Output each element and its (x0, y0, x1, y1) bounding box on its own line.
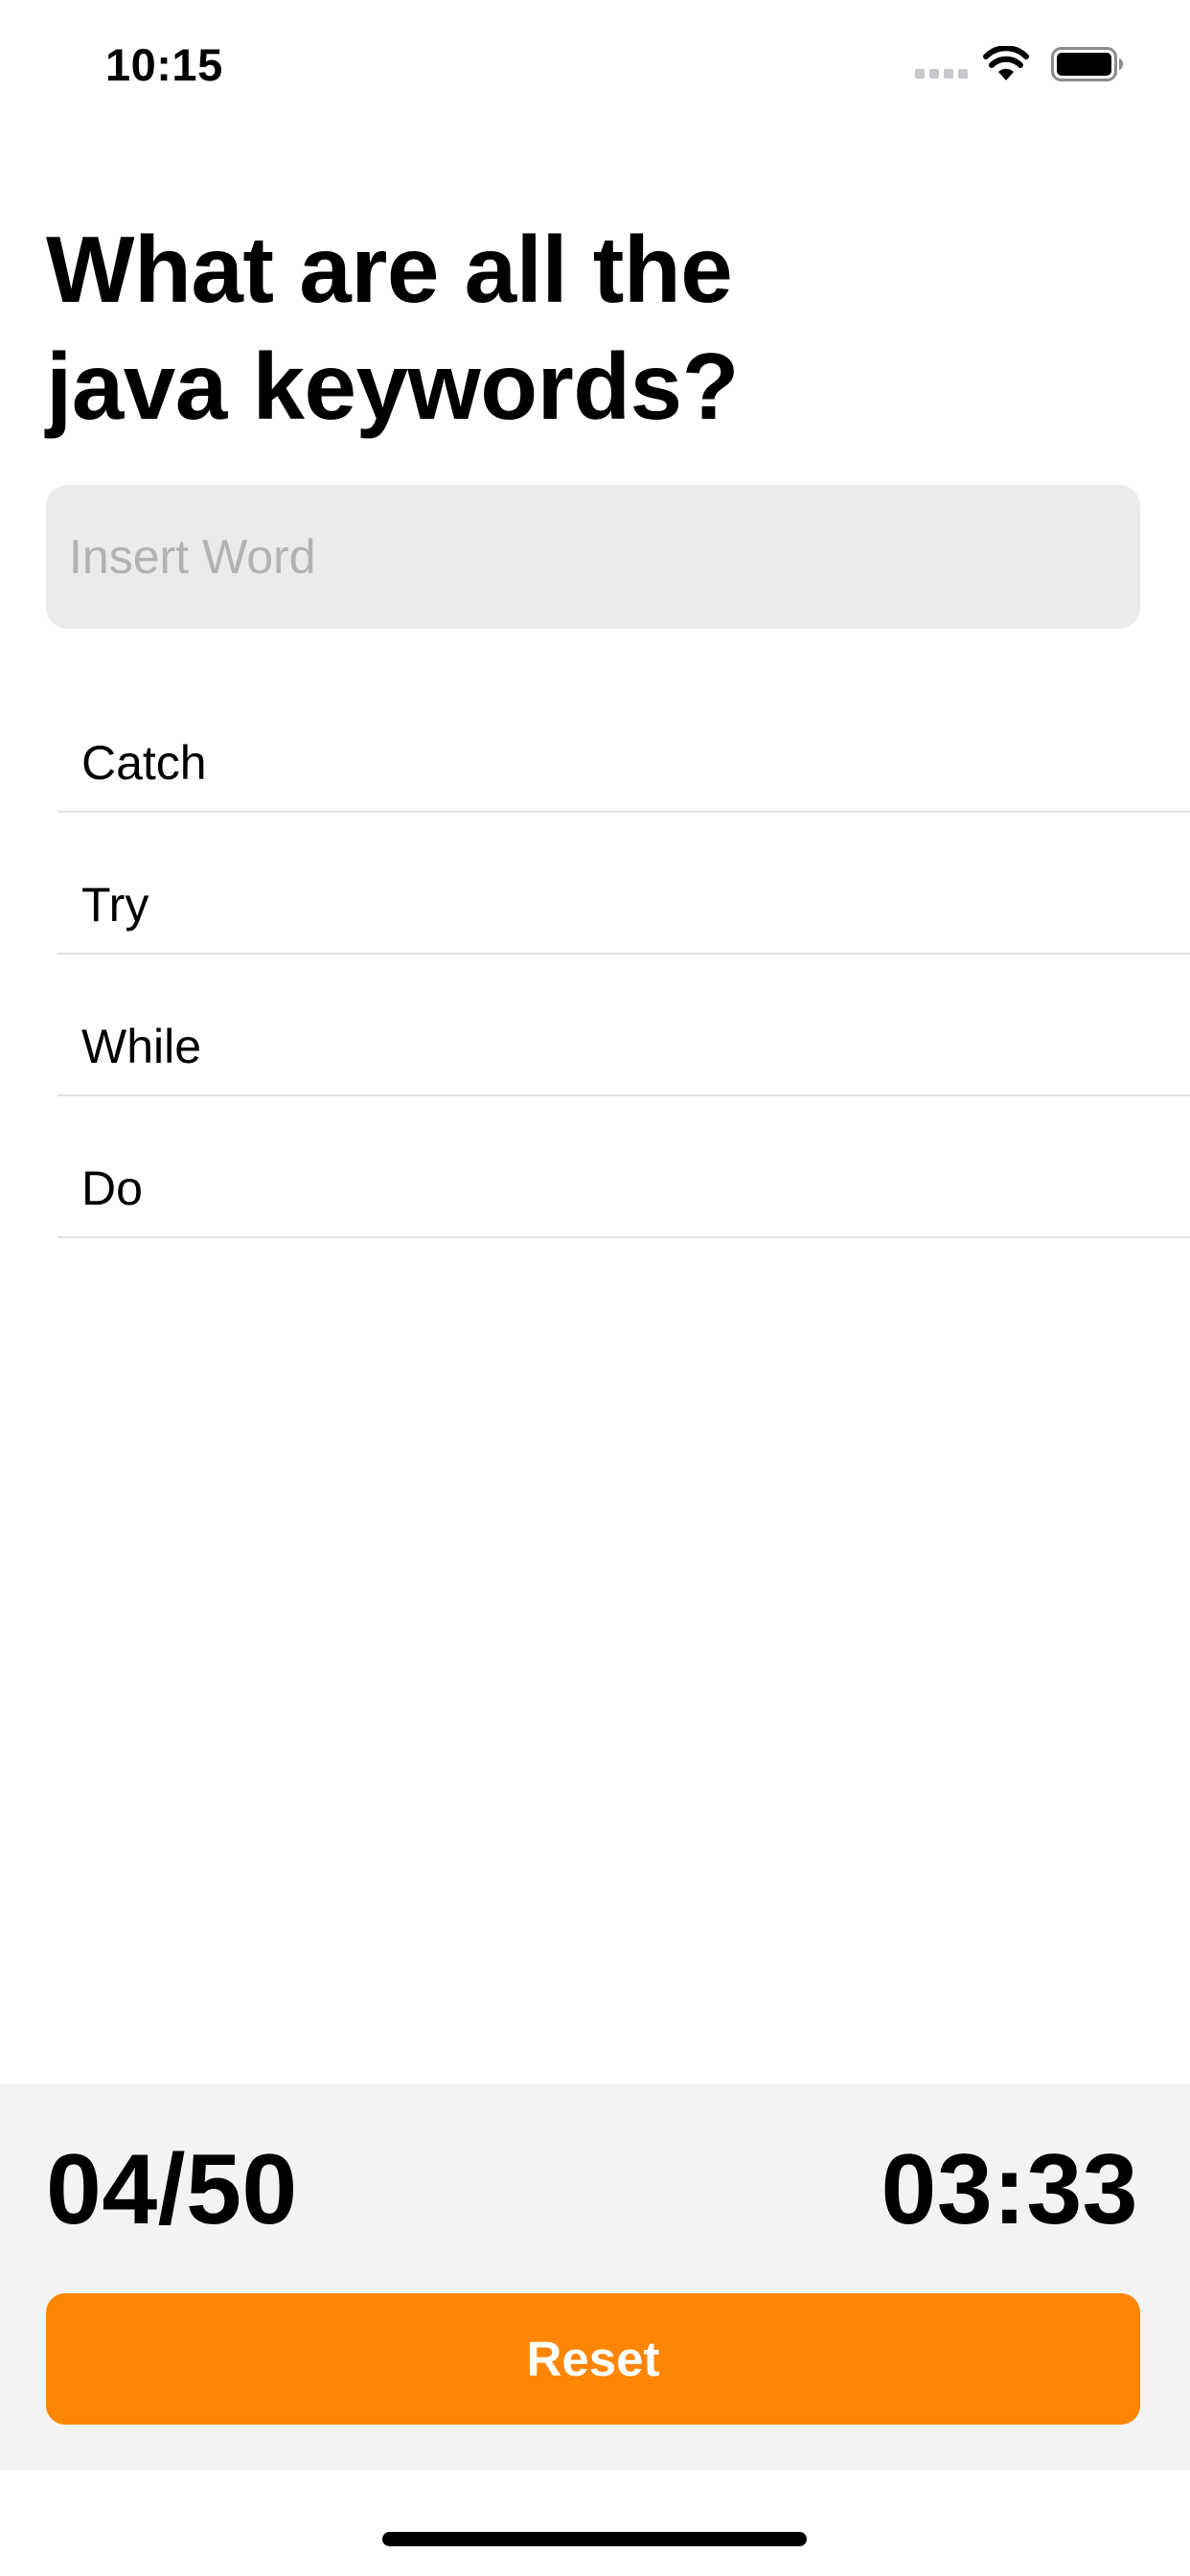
cellular-signal-icon (915, 69, 968, 79)
status-bar: 10:15 (0, 0, 1190, 126)
question-title: What are all the java keywords? (46, 211, 870, 445)
list-item: Try (0, 813, 1190, 954)
battery-icon (1051, 47, 1123, 81)
question-line-1: What are all the (46, 217, 733, 322)
home-indicator[interactable] (382, 2532, 807, 2546)
status-time: 10:15 (105, 39, 223, 90)
wifi-icon (983, 46, 1029, 80)
list-item: Catch (0, 671, 1190, 813)
list-item-label: Do (81, 1162, 143, 1215)
found-count: 04/50 (46, 2134, 298, 2245)
list-item: While (0, 954, 1190, 1096)
question-line-2: java keywords? (46, 334, 739, 439)
list-item-label: While (81, 1020, 202, 1073)
word-input[interactable] (46, 485, 1140, 629)
list-item: Do (0, 1096, 1190, 1238)
list-item-label: Catch (81, 736, 207, 790)
word-list: Catch Try While Do (0, 671, 1190, 1238)
list-item-label: Try (81, 878, 149, 932)
reset-button[interactable]: Reset (46, 2293, 1140, 2425)
countdown-timer: 03:33 (881, 2134, 1138, 2245)
row-divider (57, 1236, 1190, 1238)
